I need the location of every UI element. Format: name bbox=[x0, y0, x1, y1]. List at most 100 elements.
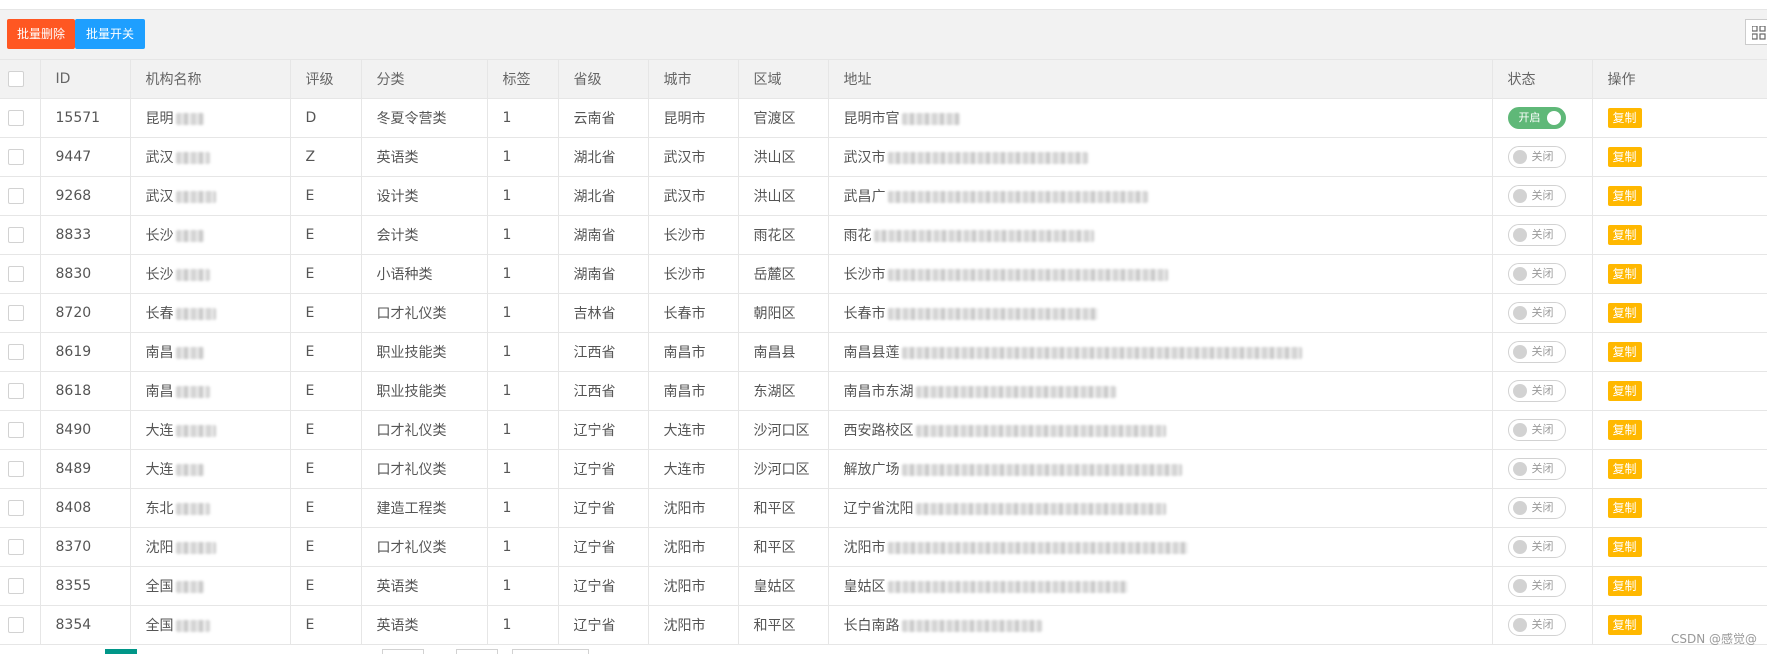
copy-button[interactable]: 复制 bbox=[1607, 615, 1642, 635]
row-checkbox[interactable] bbox=[8, 305, 24, 321]
status-toggle[interactable]: 关闭 bbox=[1507, 458, 1566, 480]
status-toggle[interactable]: 关闭 bbox=[1507, 146, 1566, 168]
copy-button[interactable]: 复制 bbox=[1607, 225, 1642, 245]
status-toggle[interactable]: 关闭 bbox=[1507, 380, 1566, 402]
table-row[interactable]: 9447 武汉 Z 英语类 1 湖北省 武汉市 洪山区 武汉市 关闭 复制 bbox=[0, 137, 1767, 177]
table-row[interactable]: 9268 武汉 E 设计类 1 湖北省 武汉市 洪山区 武昌广 关闭 复制 bbox=[0, 176, 1767, 216]
cell-name: 昆明 bbox=[130, 98, 291, 138]
header-status[interactable]: 状态 bbox=[1492, 60, 1593, 99]
copy-button[interactable]: 复制 bbox=[1607, 303, 1642, 323]
status-toggle[interactable]: 关闭 bbox=[1507, 575, 1566, 597]
row-checkbox[interactable] bbox=[8, 383, 24, 399]
status-toggle[interactable]: 关闭 bbox=[1507, 302, 1566, 324]
cell-tag: 1 bbox=[487, 332, 559, 372]
row-checkbox[interactable] bbox=[8, 461, 24, 477]
table-row[interactable]: 15571 昆明 D 冬夏令营类 1 云南省 昆明市 官渡区 昆明市官 开启 复制 bbox=[0, 98, 1767, 138]
copy-button[interactable]: 复制 bbox=[1607, 537, 1642, 557]
header-id[interactable]: ID bbox=[40, 60, 131, 99]
row-checkbox[interactable] bbox=[8, 227, 24, 243]
status-toggle[interactable]: 关闭 bbox=[1507, 224, 1566, 246]
cell-tag: 1 bbox=[487, 527, 559, 567]
redacted-text bbox=[175, 308, 216, 320]
table-row[interactable]: 8489 大连 E 口才礼仪类 1 辽宁省 大连市 沙河口区 解放广场 关闭 复制 bbox=[0, 449, 1767, 489]
cell-id: 8408 bbox=[40, 488, 131, 528]
redacted-text bbox=[915, 386, 1116, 398]
row-checkbox[interactable] bbox=[8, 500, 24, 516]
redacted-text bbox=[175, 386, 210, 398]
row-checkbox[interactable] bbox=[8, 422, 24, 438]
cell-category: 口才礼仪类 bbox=[361, 449, 488, 489]
row-checkbox[interactable] bbox=[8, 110, 24, 126]
header-rating[interactable]: 评级 bbox=[290, 60, 362, 99]
status-toggle[interactable]: 关闭 bbox=[1507, 341, 1566, 363]
cell-status: 关闭 bbox=[1492, 176, 1593, 216]
cell-id: 8355 bbox=[40, 566, 131, 606]
cell-category: 冬夏令营类 bbox=[361, 98, 488, 138]
redacted-text bbox=[873, 230, 1094, 242]
header-province[interactable]: 省级 bbox=[558, 60, 649, 99]
status-label: 关闭 bbox=[1531, 501, 1554, 514]
status-toggle[interactable]: 关闭 bbox=[1507, 185, 1566, 207]
status-toggle[interactable]: 开启 bbox=[1507, 107, 1566, 129]
columns-icon[interactable] bbox=[1745, 19, 1767, 45]
copy-button[interactable]: 复制 bbox=[1607, 264, 1642, 284]
cell-city: 长春市 bbox=[648, 293, 739, 333]
table-row[interactable]: 8618 南昌 E 职业技能类 1 江西省 南昌市 东湖区 南昌市东湖 关闭 复制 bbox=[0, 371, 1767, 411]
table-row[interactable]: 8619 南昌 E 职业技能类 1 江西省 南昌市 南昌县 南昌县莲 关闭 复制 bbox=[0, 332, 1767, 372]
pager-current[interactable] bbox=[105, 649, 137, 654]
table-row[interactable]: 8490 大连 E 口才礼仪类 1 辽宁省 大连市 沙河口区 西安路校区 关闭 复制 bbox=[0, 410, 1767, 450]
table-row[interactable]: 8720 长春 E 口才礼仪类 1 吉林省 长春市 朝阳区 长春市 关闭 复制 bbox=[0, 293, 1767, 333]
status-toggle[interactable]: 关闭 bbox=[1507, 419, 1566, 441]
pager-item[interactable] bbox=[512, 649, 589, 654]
status-toggle[interactable]: 关闭 bbox=[1507, 536, 1566, 558]
row-checkbox[interactable] bbox=[8, 188, 24, 204]
row-checkbox[interactable] bbox=[8, 578, 24, 594]
header-city[interactable]: 城市 bbox=[648, 60, 739, 99]
copy-button[interactable]: 复制 bbox=[1607, 420, 1642, 440]
toggle-knob bbox=[1512, 579, 1527, 593]
table-row[interactable]: 8830 长沙 E 小语种类 1 湖南省 长沙市 岳麓区 长沙市 关闭 复制 bbox=[0, 254, 1767, 294]
cell-address: 南昌市东湖 bbox=[828, 371, 1493, 411]
header-tag[interactable]: 标签 bbox=[487, 60, 559, 99]
cell-address: 武汉市 bbox=[828, 137, 1493, 177]
batch-delete-button[interactable]: 批量删除 bbox=[7, 19, 75, 49]
row-checkbox[interactable] bbox=[8, 539, 24, 555]
table-row[interactable]: 8354 全国 E 英语类 1 辽宁省 沈阳市 和平区 长白南路 关闭 复制 bbox=[0, 605, 1767, 645]
header-category[interactable]: 分类 bbox=[361, 60, 488, 99]
cell-city: 武汉市 bbox=[648, 137, 739, 177]
header-district[interactable]: 区域 bbox=[738, 60, 829, 99]
pager-item[interactable] bbox=[456, 649, 498, 654]
cell-actions: 复制 bbox=[1592, 254, 1767, 294]
copy-button[interactable]: 复制 bbox=[1607, 186, 1642, 206]
copy-button[interactable]: 复制 bbox=[1607, 381, 1642, 401]
status-toggle[interactable]: 关闭 bbox=[1507, 263, 1566, 285]
copy-button[interactable]: 复制 bbox=[1607, 108, 1642, 128]
copy-button[interactable]: 复制 bbox=[1607, 342, 1642, 362]
header-address[interactable]: 地址 bbox=[828, 60, 1493, 99]
address-text: 解放广场 bbox=[843, 462, 900, 478]
batch-switch-button[interactable]: 批量开关 bbox=[75, 19, 145, 49]
copy-button[interactable]: 复制 bbox=[1607, 459, 1642, 479]
status-toggle[interactable]: 关闭 bbox=[1507, 614, 1566, 636]
redacted-text bbox=[887, 581, 1128, 593]
table-row[interactable]: 8370 沈阳 E 口才礼仪类 1 辽宁省 沈阳市 和平区 沈阳市 关闭 复制 bbox=[0, 527, 1767, 567]
copy-button[interactable]: 复制 bbox=[1607, 147, 1642, 167]
row-checkbox[interactable] bbox=[8, 266, 24, 282]
redacted-text bbox=[175, 503, 210, 515]
cell-rating: E bbox=[290, 215, 362, 255]
table-row[interactable]: 8408 东北 E 建造工程类 1 辽宁省 沈阳市 和平区 辽宁省沈阳 关闭 复制 bbox=[0, 488, 1767, 528]
pager-item[interactable] bbox=[382, 649, 424, 654]
table-row[interactable]: 8355 全国 E 英语类 1 辽宁省 沈阳市 皇姑区 皇姑区 关闭 复制 bbox=[0, 566, 1767, 606]
table-row[interactable]: 8833 长沙 E 会计类 1 湖南省 长沙市 雨花区 雨花 关闭 复制 bbox=[0, 215, 1767, 255]
row-checkbox[interactable] bbox=[8, 617, 24, 633]
row-checkbox[interactable] bbox=[8, 149, 24, 165]
cell-category: 建造工程类 bbox=[361, 488, 488, 528]
cell-tag: 1 bbox=[487, 176, 559, 216]
status-toggle[interactable]: 关闭 bbox=[1507, 497, 1566, 519]
select-all-checkbox[interactable] bbox=[8, 71, 24, 87]
copy-button[interactable]: 复制 bbox=[1607, 498, 1642, 518]
header-name[interactable]: 机构名称 bbox=[130, 60, 291, 99]
copy-button[interactable]: 复制 bbox=[1607, 576, 1642, 596]
row-checkbox[interactable] bbox=[8, 344, 24, 360]
cell-address: 长白南路 bbox=[828, 605, 1493, 645]
